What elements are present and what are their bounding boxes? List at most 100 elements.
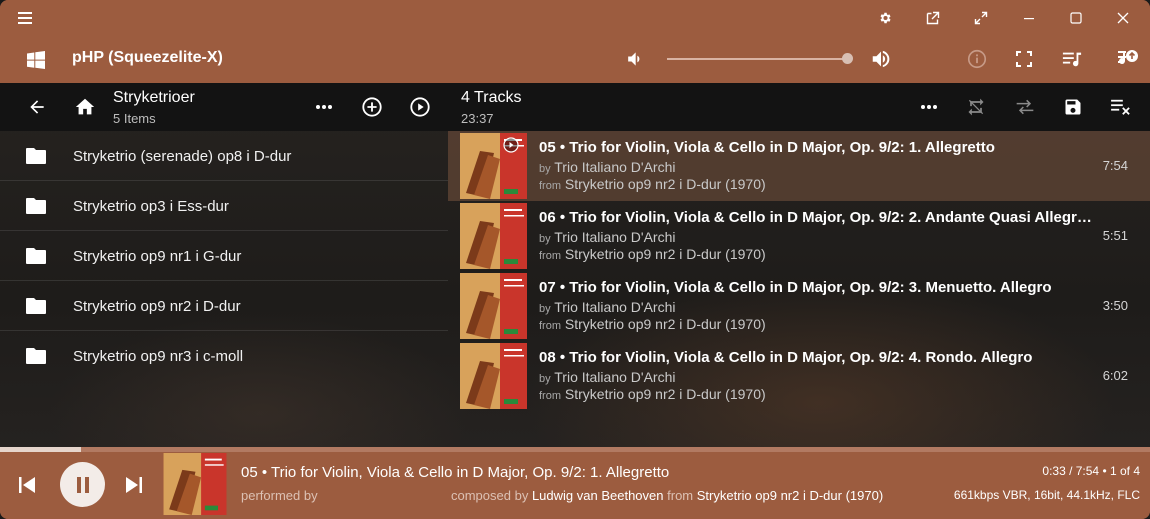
- folder-item[interactable]: Stryketrio op3 i Ess-dur: [0, 181, 448, 231]
- previous-track-icon[interactable]: [15, 473, 39, 497]
- audio-format: 661kbps VBR, 16bit, 44.1kHz, FLC: [953, 488, 1140, 502]
- now-playing-bar: 05 • Trio for Violin, Viola & Cello in D…: [0, 447, 1150, 519]
- folder-label: Stryketrio op9 nr2 i D-dur: [73, 298, 241, 315]
- windows-logo-icon[interactable]: [24, 48, 48, 72]
- volume-slider-handle[interactable]: [842, 53, 853, 64]
- folder-label: Stryketrio (serenade) op8 i D-dur: [73, 148, 292, 165]
- expand-icon[interactable]: [958, 0, 1004, 36]
- track-album-line: from Stryketrio op9 nr2 i D-dur (1970): [539, 386, 766, 402]
- track-album-line: from Stryketrio op9 nr2 i D-dur (1970): [539, 316, 766, 332]
- playback-time: 0:33 / 7:54 • 1 of 4: [1042, 464, 1140, 478]
- folder-label: Stryketrio op3 i Ess-dur: [73, 198, 229, 215]
- queue-duration: 23:37: [461, 111, 494, 126]
- album-cover: [460, 273, 527, 339]
- queue-title: 4 Tracks: [461, 89, 522, 106]
- folder-item[interactable]: Stryketrio (serenade) op8 i D-dur: [0, 131, 448, 181]
- playback-progress[interactable]: [0, 447, 1150, 452]
- pause-icon: [76, 476, 89, 493]
- main-area: Stryketrioer 5 Items Stryketrio (serenad…: [0, 83, 1150, 447]
- folder-icon: [25, 247, 47, 265]
- menu-icon[interactable]: [2, 0, 48, 36]
- queue-track-row[interactable]: 05 • Trio for Violin, Viola & Cello in D…: [448, 131, 1150, 201]
- track-artist-line: by Trio Italiano D'Archi: [539, 369, 676, 385]
- track-album[interactable]: Stryketrio op9 nr2 i D-dur (1970): [565, 246, 766, 262]
- minimize-icon[interactable]: [1006, 0, 1052, 36]
- close-icon[interactable]: [1100, 0, 1146, 36]
- track-artist-line: by Trio Italiano D'Archi: [539, 299, 676, 315]
- performed-by-label: performed by: [241, 488, 318, 503]
- track-artist[interactable]: Trio Italiano D'Archi: [554, 369, 675, 385]
- folder-label: Stryketrio op9 nr3 i c-moll: [73, 348, 244, 365]
- folder-icon: [25, 347, 47, 365]
- track-title: 07 • Trio for Violin, Viola & Cello in D…: [539, 279, 1052, 296]
- track-artist[interactable]: Trio Italiano D'Archi: [554, 159, 675, 175]
- browse-header: Stryketrioer 5 Items: [0, 83, 448, 131]
- browse-item-count: 5 Items: [113, 111, 156, 126]
- player-name[interactable]: pHP (Squeezelite-X): [72, 49, 223, 67]
- browse-pane: Stryketrioer 5 Items Stryketrio (serenad…: [0, 83, 448, 447]
- track-artist-line: by Trio Italiano D'Archi: [539, 229, 676, 245]
- queue-track-row[interactable]: 06 • Trio for Violin, Viola & Cello in D…: [448, 201, 1150, 271]
- folder-icon: [25, 147, 47, 165]
- volume-up-icon[interactable]: [868, 47, 894, 71]
- album-cover: [460, 343, 527, 409]
- now-playing-title[interactable]: 05 • Trio for Violin, Viola & Cello in D…: [241, 464, 669, 481]
- composer-line: composed by Ludwig van Beethoven from St…: [451, 488, 884, 503]
- track-duration: 7:54: [1102, 158, 1128, 173]
- track-duration: 5:51: [1102, 228, 1128, 243]
- home-icon[interactable]: [73, 95, 97, 119]
- playback-progress-fill: [0, 447, 81, 452]
- add-circle-icon[interactable]: [360, 95, 384, 119]
- queue-track-row[interactable]: 07 • Trio for Violin, Viola & Cello in D…: [448, 271, 1150, 341]
- track-album[interactable]: Stryketrio op9 nr2 i D-dur (1970): [565, 316, 766, 332]
- app-window: pHP (Squeezelite-X) Stryketrioer 5 Items…: [0, 0, 1150, 519]
- more-options-icon[interactable]: [312, 95, 336, 119]
- gear-icon[interactable]: [862, 0, 908, 36]
- track-artist-line: by Trio Italiano D'Archi: [539, 159, 676, 175]
- now-playing-icon: [503, 137, 519, 153]
- repeat-icon[interactable]: [964, 95, 988, 119]
- volume-down-icon[interactable]: [622, 47, 646, 71]
- composer-link[interactable]: Ludwig van Beethoven: [532, 488, 664, 503]
- track-album[interactable]: Stryketrio op9 nr2 i D-dur (1970): [565, 386, 766, 402]
- folder-item[interactable]: Stryketrio op9 nr2 i D-dur: [0, 281, 448, 331]
- folder-item[interactable]: Stryketrio op9 nr1 i G-dur: [0, 231, 448, 281]
- fullscreen-icon[interactable]: [1012, 47, 1036, 71]
- queue-pane: 4 Tracks 23:37 05 • Trio for Violin, Vio…: [448, 83, 1150, 447]
- open-in-new-icon[interactable]: [910, 0, 956, 36]
- queue-track-row[interactable]: 08 • Trio for Violin, Viola & Cello in D…: [448, 341, 1150, 411]
- track-artist[interactable]: Trio Italiano D'Archi: [554, 229, 675, 245]
- track-title: 06 • Trio for Violin, Viola & Cello in D…: [539, 209, 1099, 226]
- queue-header: 4 Tracks 23:37: [448, 83, 1150, 131]
- more-options-icon[interactable]: [917, 95, 941, 119]
- track-title: 05 • Trio for Violin, Viola & Cello in D…: [539, 139, 995, 156]
- back-arrow-icon[interactable]: [25, 95, 49, 119]
- next-track-icon[interactable]: [122, 473, 146, 497]
- track-album-line: from Stryketrio op9 nr2 i D-dur (1970): [539, 246, 766, 262]
- folder-label: Stryketrio op9 nr1 i G-dur: [73, 248, 242, 265]
- queue-music-icon[interactable]: [1060, 47, 1084, 71]
- folder-item[interactable]: Stryketrio op9 nr3 i c-moll: [0, 331, 448, 381]
- play-circle-icon[interactable]: [408, 95, 432, 119]
- folder-icon: [25, 197, 47, 215]
- pause-button[interactable]: [60, 462, 105, 507]
- track-album[interactable]: Stryketrio op9 nr2 i D-dur (1970): [565, 176, 766, 192]
- title-bar: [0, 0, 1150, 36]
- shuffle-icon[interactable]: [1013, 95, 1037, 119]
- track-album-line: from Stryketrio op9 nr2 i D-dur (1970): [539, 176, 766, 192]
- info-icon[interactable]: [965, 47, 989, 71]
- album-link[interactable]: Stryketrio op9 nr2 i D-dur (1970): [697, 488, 883, 503]
- track-artist[interactable]: Trio Italiano D'Archi: [554, 299, 675, 315]
- maximize-icon[interactable]: [1053, 0, 1099, 36]
- clear-queue-icon[interactable]: [1109, 95, 1133, 119]
- switch-player-icon[interactable]: [1114, 46, 1140, 72]
- album-cover: [460, 203, 527, 269]
- track-duration: 6:02: [1102, 368, 1128, 383]
- track-duration: 3:50: [1102, 298, 1128, 313]
- folder-icon: [25, 297, 47, 315]
- track-title: 08 • Trio for Violin, Viola & Cello in D…: [539, 349, 1033, 366]
- now-playing-cover[interactable]: [163, 453, 227, 515]
- save-icon[interactable]: [1061, 95, 1085, 119]
- volume-slider-track[interactable]: [667, 58, 843, 60]
- player-toolbar: pHP (Squeezelite-X): [0, 36, 1150, 83]
